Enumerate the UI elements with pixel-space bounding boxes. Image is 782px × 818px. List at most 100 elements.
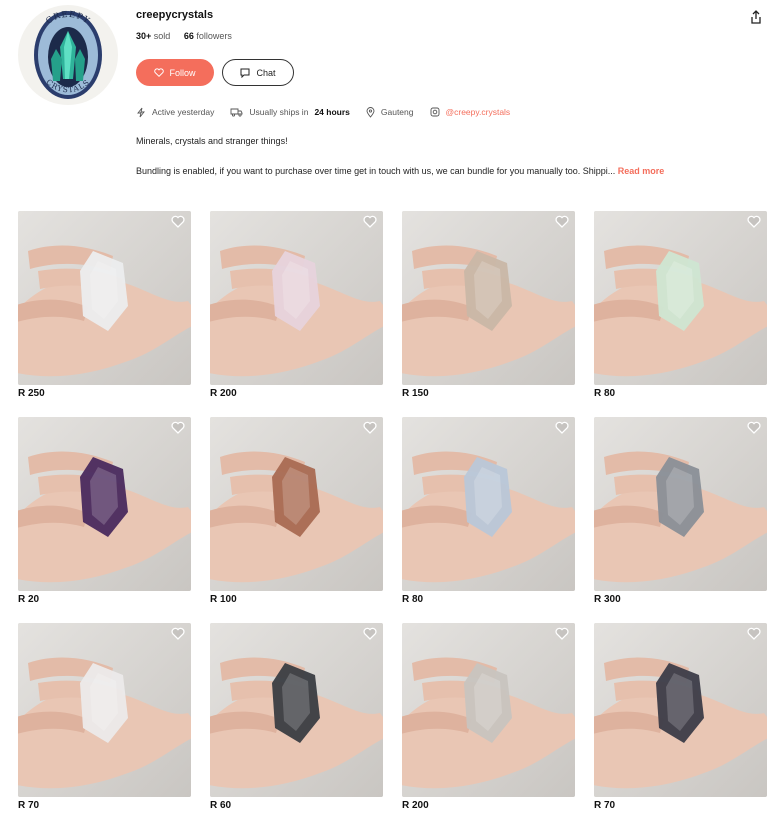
listing-photo[interactable] bbox=[18, 211, 191, 385]
listing-price: R 300 bbox=[594, 594, 621, 605]
shop-stats: 30+ sold 66 followers bbox=[136, 31, 232, 41]
listing-card[interactable]: R 200 bbox=[402, 623, 575, 811]
listing-price: R 60 bbox=[210, 800, 232, 811]
listing-card[interactable]: R 60 bbox=[210, 623, 383, 811]
favorite-button[interactable] bbox=[555, 627, 569, 640]
crystal-photo bbox=[594, 211, 767, 385]
listing-card[interactable]: R 80 bbox=[594, 211, 767, 399]
listing-card[interactable]: R 100 bbox=[210, 417, 383, 605]
shop-profile-page: CREEPY CRYSTALS creepycrystals 30+ sold … bbox=[0, 0, 782, 818]
listing-photo[interactable] bbox=[210, 417, 383, 591]
location-text: Gauteng bbox=[380, 107, 414, 117]
follow-label: Follow bbox=[169, 67, 196, 78]
bio-line-1: Minerals, crystals and stranger things! bbox=[136, 136, 288, 146]
listing-price: R 200 bbox=[402, 800, 429, 811]
listing-price: R 70 bbox=[18, 800, 40, 811]
listing-photo[interactable] bbox=[18, 417, 191, 591]
instagram-icon bbox=[430, 107, 439, 117]
followers-label[interactable]: followers bbox=[196, 31, 232, 41]
listing-price: R 150 bbox=[402, 388, 429, 399]
truck-icon bbox=[230, 108, 243, 117]
location-pin-icon bbox=[366, 106, 375, 118]
read-more-link[interactable]: Read more bbox=[618, 166, 665, 176]
shop-username[interactable]: creepycrystals bbox=[136, 9, 213, 21]
heart-icon bbox=[171, 215, 185, 228]
listing-card[interactable]: R 70 bbox=[18, 623, 191, 811]
heart-icon bbox=[363, 627, 377, 640]
bio-text: Bundling is enabled, if you want to purc… bbox=[136, 166, 616, 176]
follow-button[interactable]: Follow bbox=[136, 59, 214, 86]
listing-card[interactable]: R 80 bbox=[402, 417, 575, 605]
crystal-photo bbox=[18, 417, 191, 591]
heart-icon bbox=[555, 421, 569, 434]
favorite-button[interactable] bbox=[363, 215, 377, 228]
listing-photo[interactable] bbox=[594, 417, 767, 591]
listing-price: R 80 bbox=[594, 388, 616, 399]
heart-icon bbox=[171, 627, 185, 640]
listing-photo[interactable] bbox=[594, 211, 767, 385]
favorite-button[interactable] bbox=[171, 421, 185, 434]
listing-photo[interactable] bbox=[210, 211, 383, 385]
listing-photo[interactable] bbox=[402, 417, 575, 591]
listing-price: R 70 bbox=[594, 800, 616, 811]
listing-photo[interactable] bbox=[18, 623, 191, 797]
lightning-icon bbox=[137, 107, 145, 117]
heart-icon bbox=[555, 215, 569, 228]
share-icon bbox=[751, 10, 761, 24]
listing-photo[interactable] bbox=[402, 623, 575, 797]
ships-value: 24 hours bbox=[314, 107, 350, 117]
crystal-photo bbox=[210, 417, 383, 591]
crystal-photo bbox=[594, 417, 767, 591]
favorite-button[interactable] bbox=[363, 421, 377, 434]
favorite-button[interactable] bbox=[171, 215, 185, 228]
heart-icon bbox=[747, 215, 761, 228]
instagram-info[interactable]: @creepy.crystals bbox=[430, 107, 511, 117]
location-info: Gauteng bbox=[366, 106, 414, 118]
heart-icon bbox=[747, 421, 761, 434]
favorite-button[interactable] bbox=[555, 421, 569, 434]
listing-price: R 200 bbox=[210, 388, 237, 399]
crystal-photo bbox=[210, 211, 383, 385]
listing-card[interactable]: R 250 bbox=[18, 211, 191, 399]
listing-card[interactable]: R 70 bbox=[594, 623, 767, 811]
listing-card[interactable]: R 20 bbox=[18, 417, 191, 605]
share-button[interactable] bbox=[747, 8, 765, 26]
heart-icon bbox=[154, 68, 165, 77]
chat-label: Chat bbox=[256, 67, 276, 78]
crystal-photo bbox=[594, 623, 767, 797]
heart-icon bbox=[747, 627, 761, 640]
favorite-button[interactable] bbox=[747, 215, 761, 228]
listing-price: R 80 bbox=[402, 594, 424, 605]
crystal-photo bbox=[18, 211, 191, 385]
crystal-photo bbox=[210, 623, 383, 797]
sold-label: sold bbox=[153, 31, 171, 41]
shop-meta-row: Active yesterday Usually ships in 24 hou… bbox=[136, 106, 526, 118]
ships-prefix: Usually ships in bbox=[249, 107, 309, 117]
listing-price: R 100 bbox=[210, 594, 237, 605]
sold-count: 30+ bbox=[136, 31, 152, 41]
listing-card[interactable]: R 300 bbox=[594, 417, 767, 605]
heart-icon bbox=[555, 627, 569, 640]
shop-avatar[interactable]: CREEPY CRYSTALS bbox=[18, 5, 118, 105]
favorite-button[interactable] bbox=[747, 627, 761, 640]
favorite-button[interactable] bbox=[747, 421, 761, 434]
listing-photo[interactable] bbox=[594, 623, 767, 797]
favorite-button[interactable] bbox=[555, 215, 569, 228]
crystal-photo bbox=[402, 623, 575, 797]
active-text: Active yesterday bbox=[152, 107, 215, 117]
chat-button[interactable]: Chat bbox=[222, 59, 294, 86]
listing-card[interactable]: R 200 bbox=[210, 211, 383, 399]
listing-photo[interactable] bbox=[402, 211, 575, 385]
heart-icon bbox=[171, 421, 185, 434]
bio-line-2: Bundling is enabled, if you want to purc… bbox=[136, 166, 664, 176]
crystal-photo bbox=[402, 417, 575, 591]
listing-price: R 250 bbox=[18, 388, 45, 399]
listing-card[interactable]: R 150 bbox=[402, 211, 575, 399]
listing-price: R 20 bbox=[18, 594, 40, 605]
favorite-button[interactable] bbox=[363, 627, 377, 640]
instagram-link[interactable]: @creepy.crystals bbox=[446, 107, 511, 117]
crystal-photo bbox=[18, 623, 191, 797]
favorite-button[interactable] bbox=[171, 627, 185, 640]
listing-photo[interactable] bbox=[210, 623, 383, 797]
chat-icon bbox=[240, 68, 250, 78]
